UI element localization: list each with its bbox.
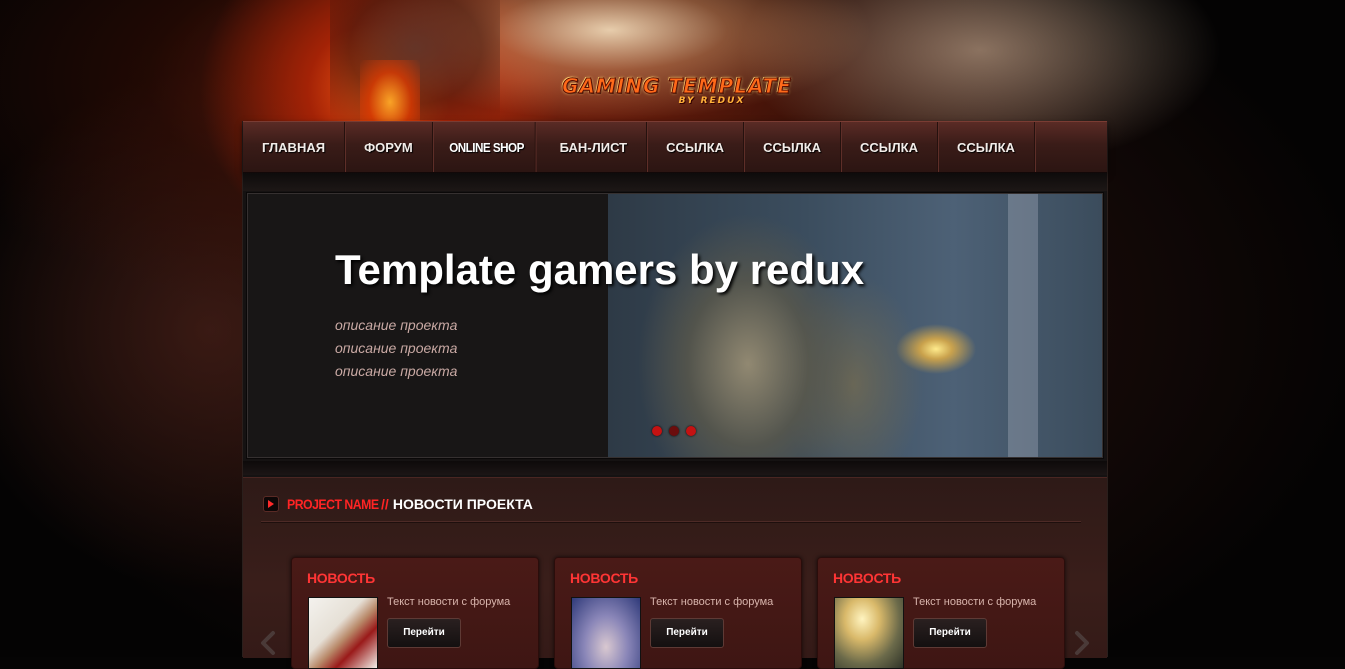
nav-item-forum[interactable]: ФОРУМ: [345, 122, 433, 172]
slide-image-wall: [1008, 194, 1038, 457]
news-project-name: PROJECT NAME: [287, 496, 379, 512]
chevron-right-icon: [1075, 631, 1089, 655]
background-lava-glow: [360, 60, 420, 130]
news-separator: //: [381, 496, 389, 512]
nav-item-home[interactable]: ГЛАВНАЯ: [243, 122, 346, 172]
news-card: НОВОСТЬ Текст новости с форума Перейти: [554, 557, 802, 669]
news-card-go-button[interactable]: Перейти: [650, 618, 724, 648]
slide-description: описание проекта: [335, 340, 458, 356]
slide-description-list: описание проекта описание проекта описан…: [335, 314, 457, 383]
news-card-text: Текст новости с форума: [650, 596, 774, 608]
site-logo[interactable]: GAMING TEMPLATE BY REDUX: [552, 74, 802, 107]
chevron-left-icon: [261, 631, 275, 655]
news-prev-button[interactable]: [258, 630, 278, 657]
chevron-right-icon: [263, 496, 279, 512]
main-navigation: ГЛАВНАЯ ФОРУМ ONLINE SHOP БАН-ЛИСТ ССЫЛК…: [243, 121, 1107, 173]
news-divider: [261, 521, 1081, 522]
slider-pagination: [652, 426, 696, 436]
news-card-label: НОВОСТЬ: [833, 570, 901, 586]
news-card-text: Текст новости с форума: [387, 596, 511, 608]
news-next-button[interactable]: [1072, 630, 1092, 657]
nav-item-online-shop[interactable]: ONLINE SHOP: [438, 122, 536, 172]
slider-divider-strip: [243, 461, 1107, 475]
slider-dot-2[interactable]: [669, 426, 679, 436]
news-card: НОВОСТЬ Текст новости с форума Перейти: [291, 557, 539, 669]
slide-description: описание проекта: [335, 317, 458, 333]
nav-item-banlist[interactable]: БАН-ЛИСТ: [541, 122, 648, 172]
main-container: ГЛАВНАЯ ФОРУМ ONLINE SHOP БАН-ЛИСТ ССЫЛК…: [242, 121, 1108, 669]
news-card-thumbnail[interactable]: [834, 597, 904, 669]
hero-slider[interactable]: Template gamers by redux описание проект…: [247, 193, 1103, 458]
news-card-text: Текст новости с форума: [913, 596, 1037, 608]
slider-dot-3[interactable]: [686, 426, 696, 436]
news-card-thumbnail[interactable]: [308, 597, 378, 669]
nav-list: ГЛАВНАЯ ФОРУМ ONLINE SHOP БАН-ЛИСТ ССЫЛК…: [243, 122, 1107, 172]
news-section: PROJECT NAME // НОВОСТИ ПРОЕКТА НОВОСТЬ …: [243, 477, 1107, 669]
nav-item-link-1[interactable]: ССЫЛКА: [647, 122, 745, 172]
news-card-go-button[interactable]: Перейти: [913, 618, 987, 648]
nav-item-link-4[interactable]: ССЫЛКА: [938, 122, 1035, 172]
nav-item-link-2[interactable]: ССЫЛКА: [744, 122, 842, 172]
news-card: НОВОСТЬ Текст новости с форума Перейти: [817, 557, 1065, 669]
logo-title: GAMING TEMPLATE: [562, 74, 792, 99]
news-card-go-button[interactable]: Перейти: [387, 618, 461, 648]
slide-description: описание проекта: [335, 363, 458, 379]
news-card-thumbnail[interactable]: [571, 597, 641, 669]
news-heading: PROJECT NAME // НОВОСТИ ПРОЕКТА: [263, 496, 533, 512]
news-section-title: НОВОСТИ ПРОЕКТА: [392, 496, 533, 512]
slide-image-soldiers: [608, 194, 1102, 457]
news-card-label: НОВОСТЬ: [307, 570, 375, 586]
news-card-label: НОВОСТЬ: [570, 570, 638, 586]
slide-title: Template gamers by redux: [335, 246, 865, 293]
nav-divider-strip: [243, 173, 1107, 191]
nav-item-link-3[interactable]: ССЫЛКА: [841, 122, 938, 172]
slider-dot-1[interactable]: [652, 426, 662, 436]
